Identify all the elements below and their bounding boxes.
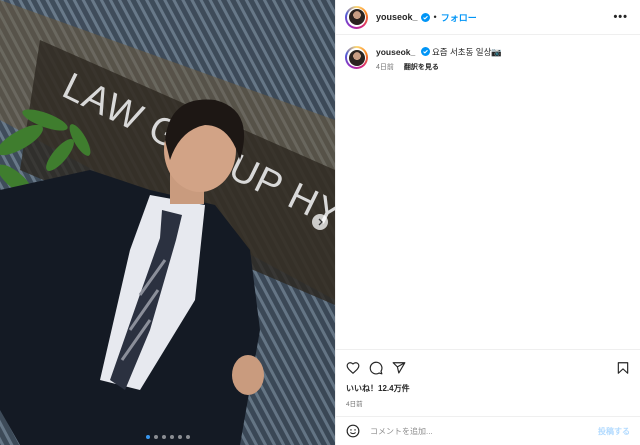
translate-link[interactable]: 翻訳を見る (404, 64, 439, 71)
post-sidebar: youseok_ • フォロー ••• youseok_ 요즘 서초동 일상📷 … (335, 0, 640, 445)
avatar[interactable] (345, 5, 368, 29)
post-date: 4日前 (346, 401, 363, 408)
instagram-post-dialog: LAW GROUP HYU (0, 0, 640, 445)
share-icon[interactable] (392, 361, 406, 375)
comment-icon[interactable] (369, 361, 383, 375)
carousel-dot (145, 435, 150, 439)
heart-icon[interactable] (346, 361, 360, 375)
verified-badge-icon (420, 47, 430, 56)
carousel-dot (153, 435, 158, 439)
bookmark-icon[interactable] (616, 361, 630, 375)
carousel-dot (177, 435, 182, 439)
chevron-right-icon (318, 218, 323, 226)
caption-text: 요즘 서초동 일상📷 (431, 47, 503, 57)
comment-input[interactable] (370, 426, 598, 436)
carousel-indicator (0, 435, 335, 439)
action-bar (336, 349, 640, 385)
comment-bar: 投稿する (336, 416, 640, 445)
carousel-next-button[interactable] (312, 214, 328, 230)
submit-comment-button[interactable]: 投稿する (598, 426, 630, 437)
verified-badge-icon (420, 12, 430, 22)
username[interactable]: youseok_ (376, 12, 418, 22)
more-options-button[interactable]: ••• (613, 11, 628, 23)
post-header: youseok_ • フォロー ••• (336, 0, 640, 35)
follow-button[interactable]: フォロー (441, 11, 477, 24)
separator: • (433, 12, 437, 22)
carousel-dot (185, 435, 190, 439)
carousel-dot (169, 435, 174, 439)
carousel-dot (161, 435, 166, 439)
caption-username[interactable]: youseok_ (376, 47, 415, 57)
caption-age: 4日前 (376, 64, 394, 71)
post-photo[interactable]: LAW GROUP HYU (0, 0, 335, 445)
like-count[interactable]: いいね！12.4万件 (336, 383, 640, 394)
photo-scene: LAW GROUP HYU (0, 0, 335, 445)
emoji-icon[interactable] (346, 424, 360, 438)
caption: youseok_ 요즘 서초동 일상📷 4日前 翻訳を見る (336, 35, 640, 72)
caption-avatar[interactable] (345, 46, 368, 69)
